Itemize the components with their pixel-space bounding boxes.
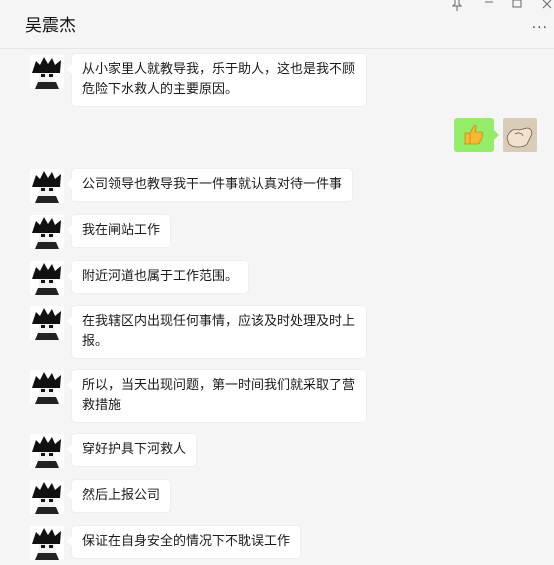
- pin-icon[interactable]: [451, 0, 463, 15]
- chat-title: 吴震杰: [25, 16, 76, 36]
- avatar-icon: [30, 370, 64, 404]
- avatar-icon: [30, 526, 64, 560]
- chat-messages[interactable]: 从小家里人就教导我，乐于助人，这也是我不顾危险下水救人的主要原因。 公司领导也教…: [0, 49, 552, 565]
- message-bubble[interactable]: 然后上报公司: [66, 480, 171, 512]
- message-bubble[interactable]: 穿好护具下河救人: [66, 434, 197, 466]
- avatar-icon: [30, 261, 64, 295]
- message-bubble[interactable]: 公司领导也教导我干一件事就认真对待一件事: [66, 169, 353, 201]
- avatar[interactable]: [30, 55, 64, 89]
- message-bubble[interactable]: 在我辖区内出现任何事情，应该及时处理及时上报。: [67, 306, 366, 358]
- maximize-icon[interactable]: [512, 0, 522, 13]
- avatar-icon: [30, 169, 64, 203]
- avatar[interactable]: [30, 261, 64, 295]
- message-bubble[interactable]: 所以，当天出现问题，第一时间我们就采取了营救措施: [67, 370, 366, 422]
- message-bubble[interactable]: 我在闸站工作: [66, 215, 171, 247]
- message-bubble[interactable]: 从小家里人就教导我，乐于助人，这也是我不顾危险下水救人的主要原因。: [67, 54, 366, 106]
- chat-header: 吴震杰 ···: [0, 0, 554, 49]
- avatar[interactable]: [30, 480, 64, 514]
- avatar-icon: [30, 434, 64, 468]
- avatar-icon: [30, 306, 64, 340]
- thumbs-up-emoji-icon: [464, 125, 484, 145]
- hands-avatar-icon: [503, 118, 537, 152]
- self-avatar[interactable]: [503, 118, 537, 152]
- message-bubble-self[interactable]: [454, 118, 499, 152]
- message-bubble[interactable]: 保证在自身安全的情况下不耽误工作: [66, 526, 301, 558]
- avatar-icon: [30, 480, 64, 514]
- avatar[interactable]: [30, 370, 64, 404]
- avatar[interactable]: [30, 526, 64, 560]
- avatar[interactable]: [30, 169, 64, 203]
- close-icon[interactable]: [542, 0, 552, 13]
- message-bubble[interactable]: 附近河道也属于工作范围。: [66, 261, 249, 293]
- avatar-icon: [30, 215, 64, 249]
- avatar-icon: [30, 55, 64, 89]
- avatar[interactable]: [30, 434, 64, 468]
- more-icon[interactable]: ···: [532, 20, 548, 36]
- avatar[interactable]: [30, 215, 64, 249]
- minimize-icon[interactable]: [484, 0, 494, 11]
- avatar[interactable]: [30, 306, 64, 340]
